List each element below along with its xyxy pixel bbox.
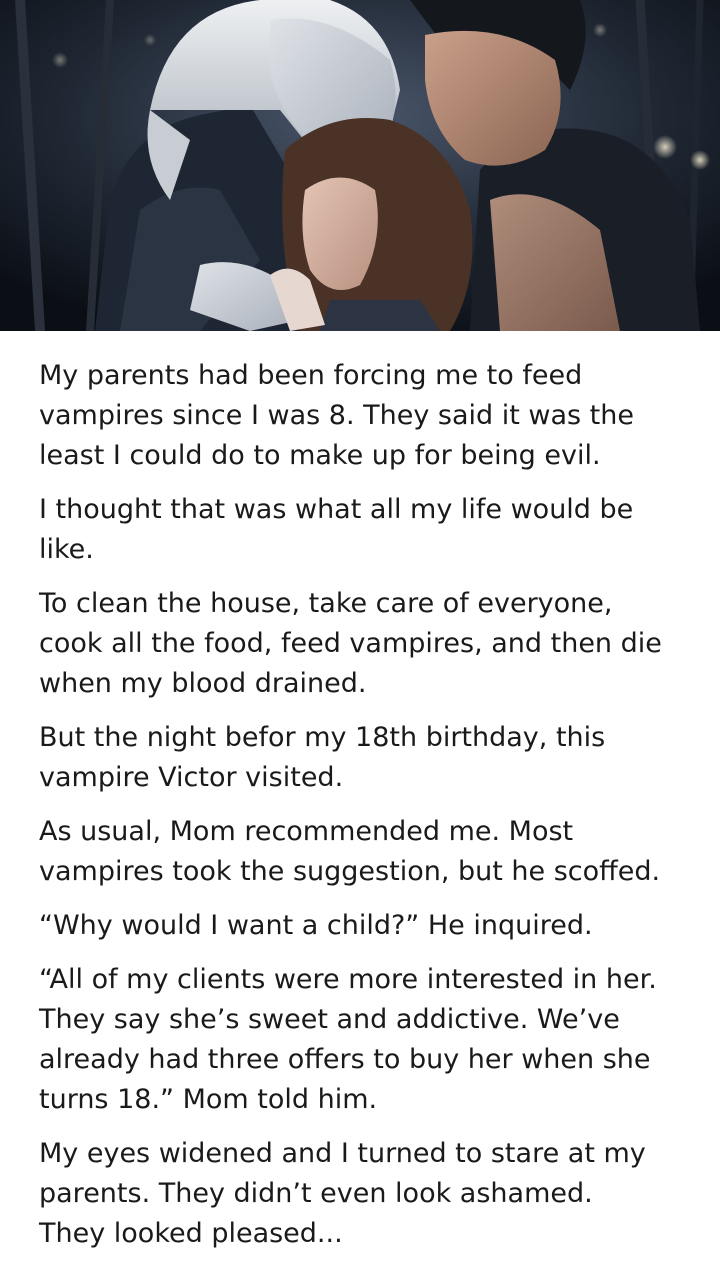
story-line: But the night befor my 18th birthday, th…	[39, 722, 606, 753]
story-paragraph: My parents had been forcing me to feed v…	[39, 356, 689, 476]
story-line: already had three offers to buy her when…	[39, 1044, 651, 1075]
story-line: cook all the food, feed vampires, and th…	[39, 628, 662, 659]
story-line: My parents had been forcing me to feed	[39, 360, 583, 391]
cover-illustration	[0, 0, 720, 331]
story-line: I thought that was what all my life woul…	[39, 494, 634, 525]
story-line: “All of my clients were more interested …	[39, 964, 657, 995]
story-line: To clean the house, take care of everyon…	[39, 588, 613, 619]
story-line: They say she’s sweet and addictive. We’v…	[39, 1004, 620, 1035]
story-paragraph: As usual, Mom recommended me. Most vampi…	[39, 812, 689, 892]
story-line: vampires took the suggestion, but he sco…	[39, 856, 661, 887]
story-paragraph: “Why would I want a child?” He inquired.	[39, 906, 689, 946]
story-paragraph: To clean the house, take care of everyon…	[39, 584, 689, 704]
story-line: They looked pleased...	[39, 1218, 343, 1249]
story-paragraph: My eyes widened and I turned to stare at…	[39, 1134, 689, 1254]
story-paragraph: But the night befor my 18th birthday, th…	[39, 718, 689, 798]
cover-image	[0, 0, 720, 331]
story-line: vampire Victor visited.	[39, 762, 344, 793]
story-line: As usual, Mom recommended me. Most	[39, 816, 574, 847]
story-line: parents. They didn’t even look ashamed.	[39, 1178, 593, 1209]
story-paragraph: I thought that was what all my life woul…	[39, 490, 689, 570]
story-page: My parents had been forcing me to feed v…	[0, 0, 720, 1280]
story-line: least I could do to make up for being ev…	[39, 440, 601, 471]
story-line: vampires since I was 8. They said it was…	[39, 400, 634, 431]
story-paragraph: “All of my clients were more interested …	[39, 960, 689, 1120]
story-line: like.	[39, 534, 94, 565]
story-line: “Why would I want a child?” He inquired.	[39, 910, 593, 941]
story-line: My eyes widened and I turned to stare at…	[39, 1138, 646, 1169]
story-line: when my blood drained.	[39, 668, 367, 699]
story-line: turns 18.” Mom told him.	[39, 1084, 378, 1115]
story-text: My parents had been forcing me to feed v…	[39, 356, 689, 1268]
